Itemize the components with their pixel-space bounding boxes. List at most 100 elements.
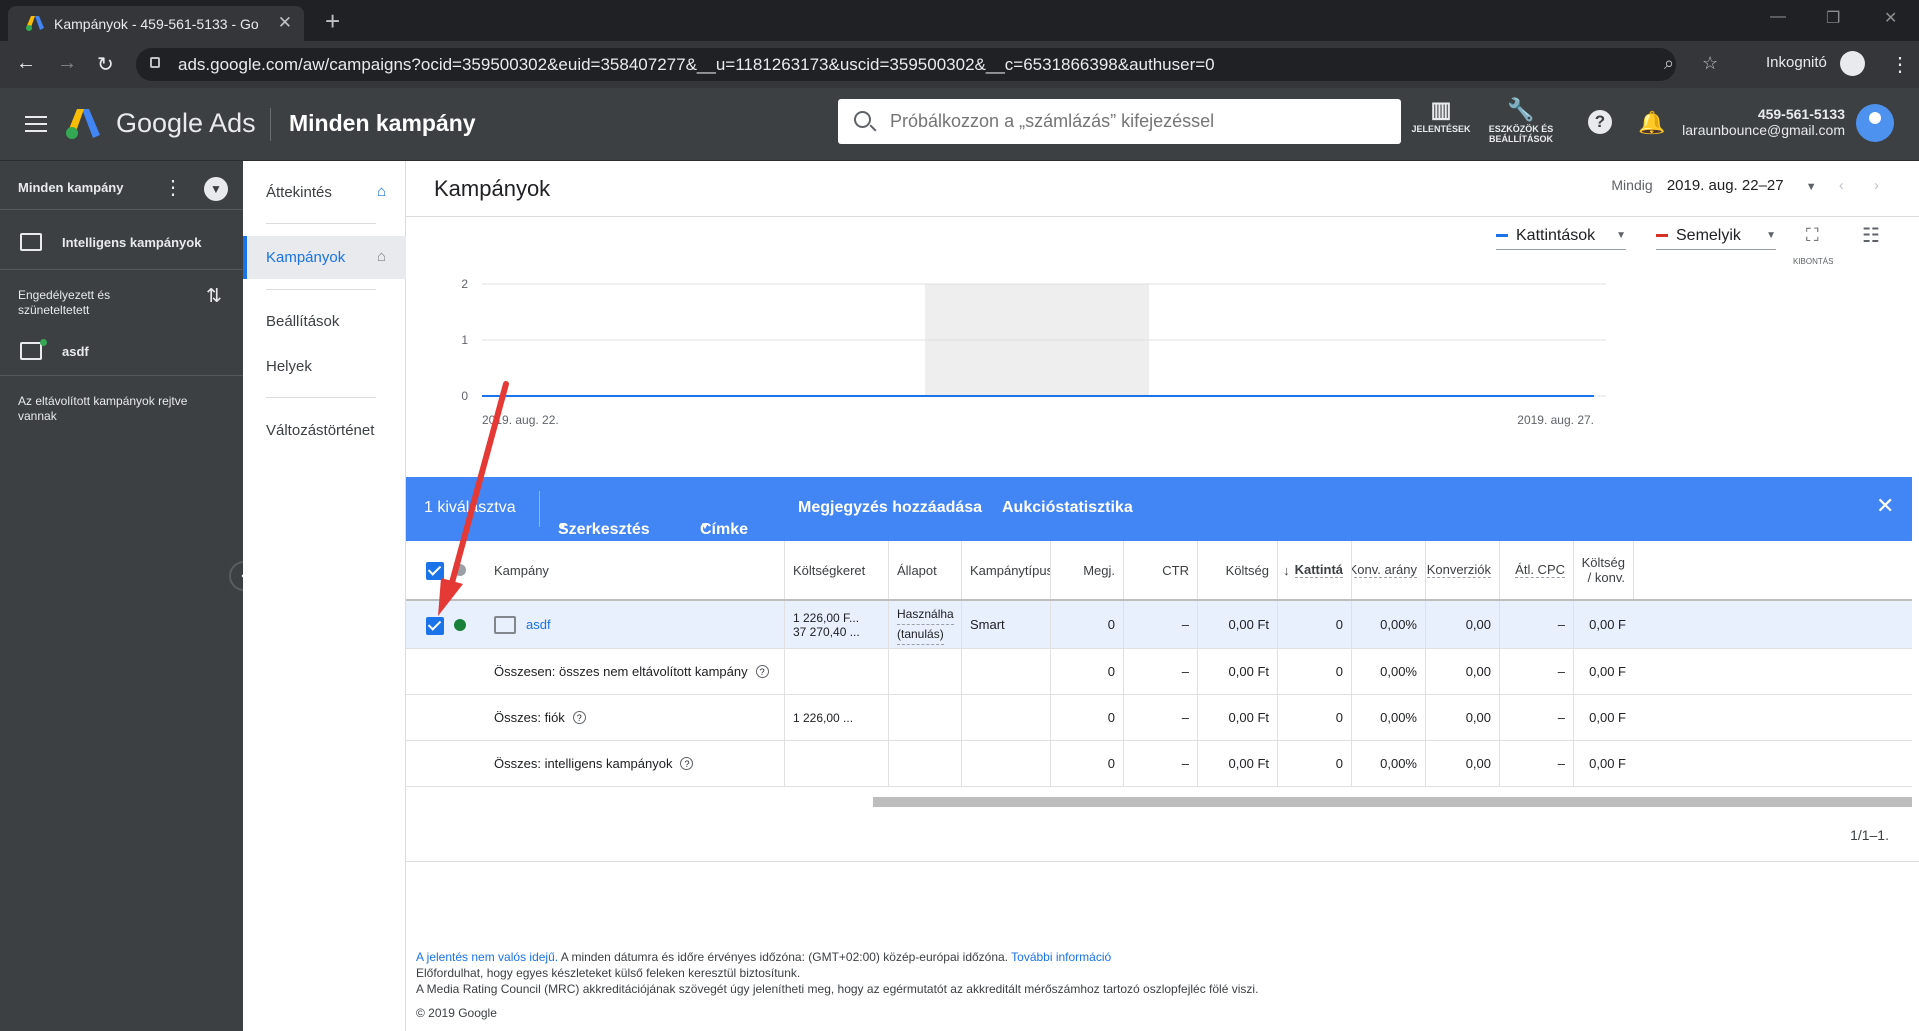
col-cost[interactable]: Költség <box>1198 541 1278 599</box>
col-avg-cpc[interactable]: Átl. CPC <box>1500 541 1574 599</box>
ctr-cell: – <box>1124 601 1198 648</box>
close-tab-icon[interactable]: ✕ <box>278 13 292 33</box>
col-conversions[interactable]: Konverziók <box>1426 541 1500 599</box>
table-header-row: Kampány Költségkeret Állapot Kampánytípu… <box>406 541 1912 601</box>
metric-color-swatch <box>1496 234 1508 238</box>
campaign-name-link[interactable]: asdf <box>526 617 551 632</box>
divider <box>0 209 243 210</box>
browser-menu-icon[interactable]: ⋮ <box>1890 52 1910 77</box>
home-icon[interactable]: ⌂ <box>377 183 386 200</box>
select-all-checkbox[interactable] <box>426 562 444 580</box>
horizontal-scrollbar[interactable] <box>873 797 1912 807</box>
col-clicks[interactable]: ↓ Kattintá <box>1278 541 1352 599</box>
hamburger-menu-icon[interactable] <box>25 116 47 137</box>
window-close-icon[interactable]: ✕ <box>1884 8 1897 28</box>
more-info-link[interactable]: További információ <box>1011 950 1111 964</box>
smart-campaigns-link[interactable]: Intelligens kampányok <box>62 235 201 250</box>
clicks-cell: 0 <box>1278 601 1352 648</box>
google-ads-favicon-icon <box>26 16 44 31</box>
home-icon[interactable]: ⌂ <box>377 248 386 265</box>
help-icon[interactable]: ? <box>572 711 586 724</box>
new-tab-icon[interactable]: + <box>325 6 340 37</box>
minimize-icon[interactable]: — <box>1770 8 1786 26</box>
table-row[interactable]: asdf 1 226,00 F... 37 270,40 ... Használ… <box>406 601 1912 649</box>
reports-label: JELENTÉSEK <box>1411 124 1471 134</box>
avatar[interactable] <box>1856 104 1894 142</box>
adjust-chart-icon[interactable]: ☷ <box>1862 223 1880 248</box>
total-label-cell: Összes: intelligens kampányok? <box>486 741 785 786</box>
browser-tab[interactable]: Kampányok - 459-561-5133 - Go ✕ <box>8 6 304 41</box>
col-campaign-type[interactable]: Kampánytípus <box>962 541 1051 599</box>
col-conv-rate[interactable]: Konv. arány <box>1352 541 1426 599</box>
not-realtime-link[interactable]: A jelentés nem valós idejű. <box>416 950 558 964</box>
search-input[interactable] <box>890 108 1370 134</box>
help-icon[interactable]: ? <box>755 665 769 678</box>
y-tick-label: 1 <box>461 333 468 347</box>
row-checkbox[interactable] <box>426 617 444 635</box>
col-campaign[interactable]: Kampány <box>486 541 785 599</box>
selection-action-bar: 1 kiválasztva Szerkesztés ▼ Címke ▼ Megj… <box>406 477 1912 541</box>
avg-cpc-cell: – <box>1500 601 1574 648</box>
incognito-icon[interactable] <box>1840 51 1865 76</box>
enabled-status-dot[interactable] <box>454 618 466 631</box>
col-status[interactable]: Állapot <box>889 541 962 599</box>
account-id: 459-561-5133 <box>1757 106 1845 122</box>
status-cell[interactable]: Használható (tanulás) <box>889 601 962 648</box>
account-info[interactable]: 459-561-5133 laraunbounce@gmail.com <box>1682 106 1845 138</box>
conv-rate-cell: 0,00% <box>1352 601 1426 648</box>
metric-1-label: Kattintások <box>1516 227 1596 244</box>
auction-insights-button[interactable]: Aukcióstatisztika <box>1002 499 1133 517</box>
notifications-bell-icon[interactable]: 🔔 <box>1638 110 1665 136</box>
browser-toolbar: ← → ↻ ads.google.com/aw/campaigns?ocid=3… <box>0 41 1919 88</box>
all-campaigns-link[interactable]: Minden kampány <box>18 180 123 195</box>
metric-selector-1[interactable]: Kattintások ▼ <box>1496 227 1626 250</box>
ctr-cell: – <box>1124 649 1198 694</box>
more-vert-icon[interactable]: ⋮ <box>163 175 183 200</box>
zoom-icon[interactable]: ⌕ <box>1664 53 1674 74</box>
col-impressions[interactable]: Megj. <box>1051 541 1124 599</box>
prev-period-icon[interactable]: ‹ <box>1839 177 1844 194</box>
back-icon[interactable]: ← <box>16 52 36 75</box>
forward-icon[interactable]: → <box>57 52 77 75</box>
status-filter-dot[interactable] <box>454 564 466 576</box>
close-selection-icon[interactable]: ✕ <box>1876 493 1894 519</box>
address-bar[interactable]: ads.google.com/aw/campaigns?ocid=3595003… <box>136 48 1718 81</box>
dropdown-circle-icon[interactable]: ▼ <box>204 177 228 201</box>
campaign-link-asdf[interactable]: asdf <box>62 344 89 359</box>
help-icon[interactable]: ? <box>680 757 694 770</box>
sort-icon[interactable]: ⇅ <box>206 285 222 308</box>
col-cost-per-conv[interactable]: Költség / konv. <box>1574 541 1634 599</box>
divider <box>406 216 1919 217</box>
help-icon[interactable]: ? <box>1588 110 1612 134</box>
next-period-icon[interactable]: › <box>1874 177 1879 194</box>
header-divider <box>270 108 271 141</box>
menu-item-locations[interactable]: Helyek <box>266 358 312 375</box>
restore-icon[interactable]: ❐ <box>1826 8 1840 28</box>
tools-settings-button[interactable]: 🔧 ESZKÖZÖK ÉS BEÁLLÍTÁSOK <box>1486 98 1556 145</box>
menu-item-change-history[interactable]: Változástörténet <box>266 422 374 439</box>
bookmark-star-icon[interactable]: ☆ <box>1702 53 1718 74</box>
col-budget[interactable]: Költségkeret <box>785 541 889 599</box>
date-range-picker[interactable]: Mindig 2019. aug. 22–27 ▼ ‹ › <box>1611 177 1879 194</box>
lock-icon <box>150 57 160 68</box>
cost-per-conv-cell: 0,00 F <box>1589 710 1626 725</box>
menu-item-settings[interactable]: Beállítások <box>266 313 339 330</box>
reports-button[interactable]: ▥ JELENTÉSEK <box>1410 98 1472 135</box>
add-note-button[interactable]: Megjegyzés hozzáadása <box>798 499 982 517</box>
menu-item-campaigns[interactable]: Kampányok <box>266 249 345 266</box>
selected-count: 1 kiválasztva <box>424 499 516 516</box>
inventory-note: Előfordulhat, hogy egyes készleteket kül… <box>416 966 801 980</box>
menu-item-overview[interactable]: Áttekintés <box>266 184 332 201</box>
expand-icon[interactable]: ⛶ <box>1806 225 1819 246</box>
divider <box>406 861 1919 862</box>
reload-icon[interactable]: ↻ <box>97 52 114 77</box>
search-box[interactable] <box>838 99 1401 144</box>
budget-cell[interactable]: 1 226,00 F... 37 270,40 ... <box>785 601 889 648</box>
metric-selector-2[interactable]: Semelyik ▼ <box>1656 227 1776 250</box>
avg-cpc-cell: – <box>1500 649 1574 694</box>
col-avg-cpc-label: Átl. CPC <box>1515 562 1565 578</box>
dropdown-arrow-icon: ▼ <box>1805 181 1817 193</box>
divider <box>0 375 243 376</box>
col-ctr[interactable]: CTR <box>1124 541 1198 599</box>
clicks-cell: 0 <box>1278 649 1352 694</box>
